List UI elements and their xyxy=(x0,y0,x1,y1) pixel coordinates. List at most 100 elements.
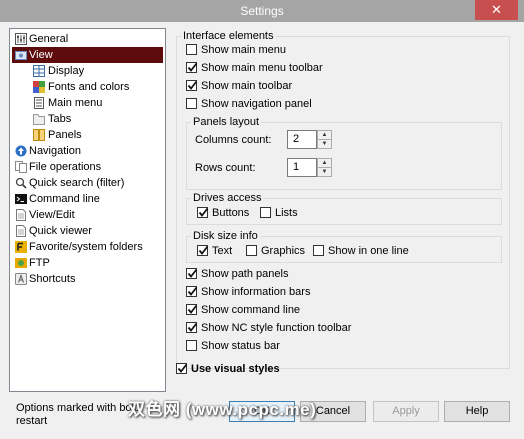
checkmark-icon xyxy=(187,322,198,332)
checkbox-box[interactable] xyxy=(186,98,197,109)
file-ops-icon xyxy=(15,161,27,173)
columns-decrement-button[interactable]: ▼ xyxy=(317,139,332,149)
view-settings-panel: Interface elements Show main menu Show m… xyxy=(172,28,512,392)
tree-item-tabs[interactable]: Tabs xyxy=(31,111,163,127)
tree-label: Tabs xyxy=(48,113,72,125)
checkbox-box[interactable] xyxy=(186,322,198,333)
checkbox-label: Show navigation panel xyxy=(201,98,312,110)
drives-access-legend: Drives access xyxy=(191,192,264,204)
checkbox-label: Buttons xyxy=(212,207,250,219)
close-button[interactable]: ✕ xyxy=(475,0,518,20)
checkbox-box[interactable] xyxy=(186,268,198,279)
disk-text-checkbox[interactable]: Text xyxy=(197,244,247,260)
checkbox-label: Show main toolbar xyxy=(201,80,293,92)
show-path-panels-checkbox[interactable]: Show path panels xyxy=(186,267,386,283)
checkmark-icon xyxy=(187,62,198,72)
tree-label: Display xyxy=(48,65,85,77)
disk-one-line-checkbox[interactable]: Show in one line xyxy=(313,244,423,260)
spin-up-icon: ▲ xyxy=(321,160,328,166)
show-nc-toolbar-checkbox[interactable]: Show NC style function toolbar xyxy=(186,321,406,337)
tree-label: Navigation xyxy=(29,145,81,157)
drives-lists-checkbox[interactable]: Lists xyxy=(260,206,310,222)
drives-buttons-checkbox[interactable]: Buttons xyxy=(197,206,257,222)
tree-item-panels[interactable]: Panels xyxy=(31,127,163,143)
panels-icon xyxy=(33,129,45,141)
checkbox-box[interactable] xyxy=(197,207,209,218)
checkbox-label: Show main menu toolbar xyxy=(201,62,323,74)
menu-icon xyxy=(34,97,44,109)
checkbox-box[interactable] xyxy=(186,44,197,55)
use-visual-styles-checkbox[interactable]: Use visual styles xyxy=(176,362,376,378)
checkbox-box[interactable] xyxy=(260,207,271,218)
checkmark-icon xyxy=(187,80,198,90)
tree-item-display[interactable]: Display xyxy=(31,63,163,79)
tree-item-ftp[interactable]: FTP xyxy=(12,255,163,271)
show-status-bar-checkbox[interactable]: Show status bar xyxy=(186,339,386,355)
tree-item-main-menu[interactable]: Main menu xyxy=(31,95,163,111)
tree-item-file-operations[interactable]: File operations xyxy=(12,159,163,175)
tree-item-favorite-folders[interactable]: Favorite/system folders xyxy=(12,239,163,255)
checkbox-box[interactable] xyxy=(186,304,198,315)
settings-tree[interactable]: General View Display Fonts and colors Ma… xyxy=(9,28,166,392)
tree-label: General xyxy=(29,33,69,45)
columns-count-input[interactable]: 2 xyxy=(287,130,317,149)
favorite-folder-icon xyxy=(15,241,27,253)
ftp-icon xyxy=(15,258,27,268)
tree-item-general[interactable]: General xyxy=(12,31,163,47)
checkbox-box[interactable] xyxy=(186,340,197,351)
tree-item-view-edit[interactable]: View/Edit xyxy=(12,207,163,223)
checkbox-box[interactable] xyxy=(186,80,198,91)
window-title: Settings xyxy=(240,4,284,18)
show-main-menu-checkbox[interactable]: Show main menu xyxy=(186,43,386,59)
tree-label: Main menu xyxy=(48,97,103,109)
checkmark-icon xyxy=(187,304,198,314)
tree-item-shortcuts[interactable]: Shortcuts xyxy=(12,271,163,287)
tree-label: Quick search (filter) xyxy=(29,177,125,189)
show-command-line-checkbox[interactable]: Show command line xyxy=(186,303,386,319)
checkbox-box[interactable] xyxy=(186,62,198,73)
tree-label: View/Edit xyxy=(29,209,75,221)
checkbox-box[interactable] xyxy=(246,245,257,256)
checkmark-icon xyxy=(187,268,198,278)
help-button[interactable]: Help xyxy=(444,401,510,422)
tree-item-view[interactable]: View xyxy=(12,47,163,63)
show-information-bars-checkbox[interactable]: Show information bars xyxy=(186,285,386,301)
tree-item-navigation[interactable]: Navigation xyxy=(12,143,163,159)
tree-item-quick-search[interactable]: Quick search (filter) xyxy=(12,175,163,191)
disk-graphics-checkbox[interactable]: Graphics xyxy=(246,244,311,260)
tree-label: Shortcuts xyxy=(29,273,76,285)
document-icon xyxy=(16,209,26,221)
show-navigation-panel-checkbox[interactable]: Show navigation panel xyxy=(186,97,386,113)
checkbox-box[interactable] xyxy=(313,245,324,256)
checkbox-label: Show NC style function toolbar xyxy=(201,322,352,334)
tree-item-quick-viewer[interactable]: Quick viewer xyxy=(12,223,163,239)
checkbox-box[interactable] xyxy=(186,286,198,297)
tree-label: View xyxy=(29,49,53,61)
tree-label: Fonts and colors xyxy=(48,81,130,93)
title-bar[interactable]: Settings ✕ xyxy=(0,0,524,22)
tree-label: FTP xyxy=(29,257,50,269)
show-main-toolbar-checkbox[interactable]: Show main toolbar xyxy=(186,79,386,95)
checkbox-box[interactable] xyxy=(176,363,188,374)
show-main-menu-toolbar-checkbox[interactable]: Show main menu toolbar xyxy=(186,61,386,77)
checkbox-box[interactable] xyxy=(197,245,209,256)
settings-window: Settings ✕ General View Display Fonts an… xyxy=(0,0,524,439)
panels-layout-group xyxy=(186,122,502,190)
disk-size-info-legend: Disk size info xyxy=(191,230,260,242)
checkbox-label: Graphics xyxy=(261,245,306,257)
rows-decrement-button[interactable]: ▼ xyxy=(317,167,332,177)
checkbox-label: Show main menu xyxy=(201,44,286,56)
panels-layout-legend: Panels layout xyxy=(191,116,262,128)
tree-label: Favorite/system folders xyxy=(29,241,143,253)
rows-count-input[interactable]: 1 xyxy=(287,158,317,177)
checkbox-label: Text xyxy=(212,245,233,257)
apply-button[interactable]: Apply xyxy=(373,401,439,422)
tree-item-command-line[interactable]: Command line xyxy=(12,191,163,207)
checkmark-icon xyxy=(198,207,209,217)
terminal-icon xyxy=(15,194,27,204)
watermark-text: 双色网 (www.pcpc.me) xyxy=(128,400,317,419)
spin-down-icon: ▼ xyxy=(321,141,328,147)
close-icon: ✕ xyxy=(491,2,502,17)
tree-item-fonts-colors[interactable]: Fonts and colors xyxy=(31,79,163,95)
checkbox-label: Show command line xyxy=(201,304,301,316)
